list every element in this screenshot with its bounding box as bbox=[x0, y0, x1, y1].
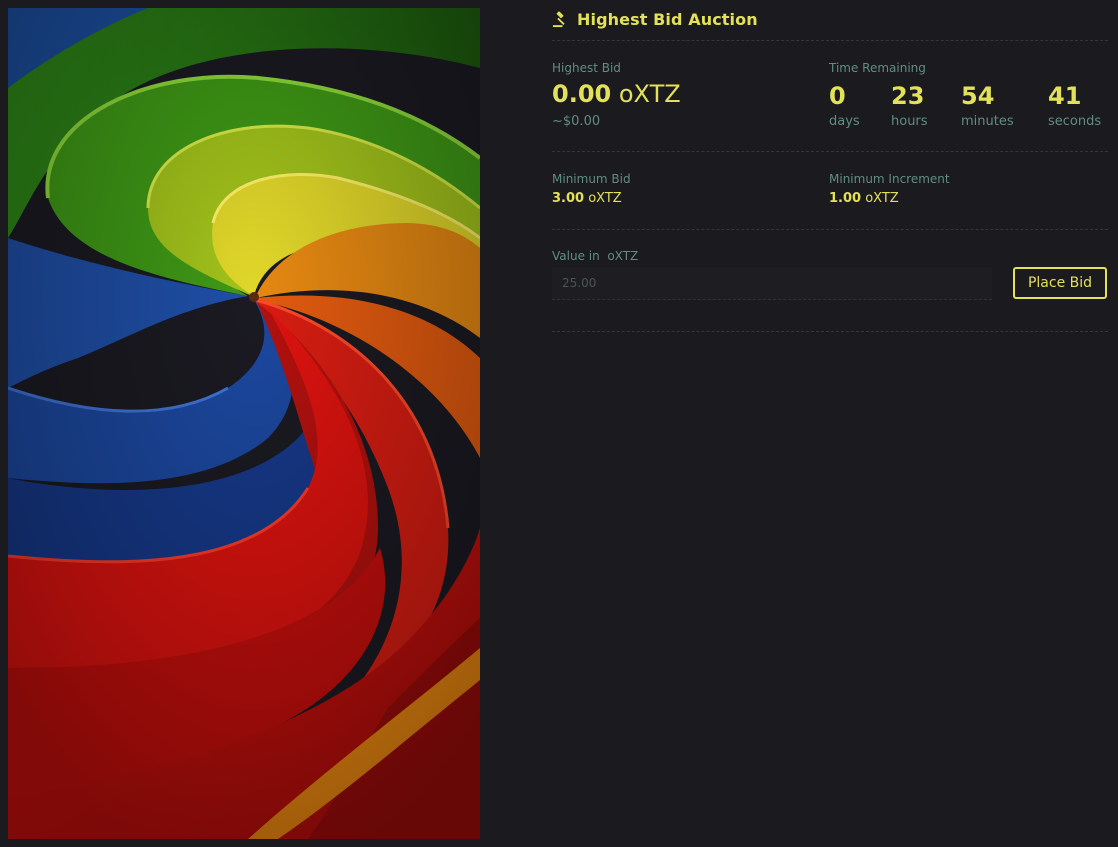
gavel-icon bbox=[552, 10, 565, 27]
minimum-bid-currency: oXTZ bbox=[588, 191, 622, 206]
countdown-days-label: days bbox=[829, 114, 860, 129]
countdown-seconds-label: seconds bbox=[1048, 114, 1102, 129]
highest-bid-label: Highest Bid bbox=[552, 61, 621, 75]
countdown-hours-label: hours bbox=[891, 114, 928, 129]
countdown-minutes-label: minutes bbox=[961, 114, 1014, 129]
minimum-increment-currency: oXTZ bbox=[865, 191, 899, 206]
bid-amount-input[interactable] bbox=[552, 267, 992, 300]
highest-bid-amount: 0.00 bbox=[552, 80, 612, 108]
countdown-minutes: 54 bbox=[961, 82, 995, 110]
divider bbox=[552, 40, 1108, 41]
time-remaining-label: Time Remaining bbox=[829, 61, 926, 75]
place-bid-button[interactable]: Place Bid bbox=[1013, 267, 1107, 299]
bid-input-label: Value in oXTZ bbox=[552, 249, 639, 263]
minimum-increment-amount: 1.00 bbox=[829, 191, 862, 206]
minimum-bid-amount: 3.00 bbox=[552, 191, 585, 206]
highest-bid-usd: ~$0.00 bbox=[552, 114, 601, 129]
minimum-bid-label: Minimum Bid bbox=[552, 172, 631, 186]
divider bbox=[552, 331, 1108, 332]
minimum-increment-value: 1.00 oXTZ bbox=[829, 191, 899, 206]
divider bbox=[552, 229, 1108, 230]
countdown-hours: 23 bbox=[891, 82, 925, 110]
highest-bid-value: 0.00 oXTZ bbox=[552, 80, 681, 108]
auction-panel: Highest Bid Auction Highest Bid 0.00 oXT… bbox=[552, 0, 1108, 847]
divider bbox=[552, 151, 1108, 152]
minimum-bid-value: 3.00 oXTZ bbox=[552, 191, 622, 206]
rainbow-swirl-art bbox=[8, 8, 480, 839]
minimum-increment-label: Minimum Increment bbox=[829, 172, 950, 186]
auction-header: Highest Bid Auction bbox=[552, 8, 758, 30]
countdown-seconds: 41 bbox=[1048, 82, 1082, 110]
artwork-image[interactable] bbox=[8, 8, 480, 839]
auction-title: Highest Bid Auction bbox=[577, 9, 758, 29]
auction-page: Highest Bid Auction Highest Bid 0.00 oXT… bbox=[0, 0, 1118, 847]
countdown-days: 0 bbox=[829, 82, 846, 110]
highest-bid-currency: oXTZ bbox=[618, 80, 681, 108]
